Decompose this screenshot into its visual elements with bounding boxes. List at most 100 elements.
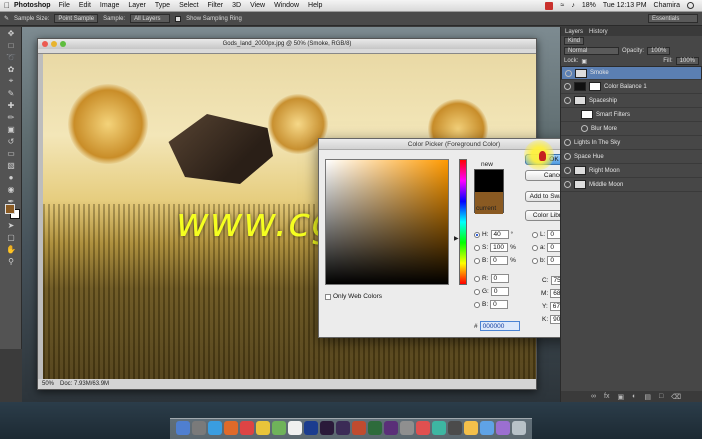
notes-icon[interactable] [256,421,270,435]
sample-size-select[interactable]: Point Sample [54,14,99,23]
sample-select[interactable]: All Layers [130,14,171,23]
battery-label[interactable]: 18% [582,2,596,9]
safari-icon[interactable] [208,421,222,435]
g-radio[interactable] [474,288,480,295]
a-radio[interactable] [532,244,538,251]
hue-slider-handle[interactable]: ▶ [454,235,459,242]
menu-file[interactable]: File [59,2,70,9]
dreamweaver-icon[interactable] [368,421,382,435]
mask-icon[interactable]: ▣ [617,393,624,401]
mail-icon[interactable] [464,421,478,435]
layer-row-smoke[interactable]: Smoke [561,66,702,80]
premiere-icon[interactable] [320,421,334,435]
eyedropper-icon[interactable]: ✎ [4,15,9,22]
visibility-eye-icon[interactable] [565,69,572,77]
hand-tool-icon[interactable]: ✋ [0,243,22,255]
stamp-tool-icon[interactable]: ▣ [0,123,22,135]
menu-view[interactable]: View [250,2,265,9]
fx-icon[interactable]: fx [604,393,609,400]
brush-tool-icon[interactable]: ✏ [0,111,22,123]
zoom-level[interactable]: 50% [42,381,54,387]
trash-bin-icon[interactable] [512,421,526,435]
messages-icon[interactable] [272,421,286,435]
minimize-icon[interactable] [51,41,57,47]
eyedropper-tool-icon[interactable]: ✎ [0,87,22,99]
clock-label[interactable]: Tue 12:13 PM [603,2,647,9]
blend-mode-select[interactable]: Normal [564,47,619,55]
b-input[interactable]: 0 [490,256,509,265]
finder-icon[interactable] [176,421,190,435]
web-colors-checkbox[interactable] [325,293,331,300]
dodge-tool-icon[interactable]: ◉ [0,183,22,195]
foreground-swatch[interactable] [5,204,15,214]
wifi-icon[interactable]: ≈ [560,2,564,9]
g-input[interactable]: 0 [490,287,509,296]
app-store-icon[interactable] [432,421,446,435]
new-layer-icon[interactable]: □ [659,393,663,400]
system-prefs-icon[interactable] [400,421,414,435]
visibility-eye-icon[interactable] [564,181,571,188]
blue-radio[interactable] [474,301,480,308]
s-radio[interactable] [474,244,480,251]
path-select-tool-icon[interactable]: ➤ [0,219,22,231]
calendar-icon[interactable] [288,421,302,435]
healing-tool-icon[interactable]: ✚ [0,99,22,111]
quick-select-tool-icon[interactable]: ✿ [0,63,22,75]
itunes-icon[interactable] [416,421,430,435]
after-effects-icon[interactable] [336,421,350,435]
spotlight-icon[interactable] [687,2,694,9]
menu-filter[interactable]: Filter [208,2,224,9]
visibility-eye-icon[interactable] [564,97,571,104]
s-input[interactable]: 100 [490,243,509,252]
layer-row-smart-filters[interactable]: Smart Filters [561,108,702,122]
user-label[interactable]: Chamira [654,2,680,9]
trash-icon[interactable]: ⌫ [671,393,681,401]
visibility-eye-icon[interactable] [564,167,571,174]
menu-3d[interactable]: 3D [232,2,241,9]
hue-slider[interactable] [459,159,467,285]
gradient-tool-icon[interactable]: ▧ [0,159,22,171]
lasso-tool-icon[interactable]: ➰ [0,51,22,63]
color-field[interactable] [325,159,449,285]
photoshop-icon[interactable] [304,421,318,435]
link-icon[interactable]: ∞ [591,393,596,400]
visibility-eye-icon[interactable] [564,153,571,160]
volume-icon[interactable]: ♪ [571,2,575,9]
group-icon[interactable]: ▤ [644,393,651,401]
app-name[interactable]: Photoshop [14,2,51,9]
zoom-icon[interactable] [60,41,66,47]
opacity-input[interactable]: 100% [647,47,671,55]
document-titlebar[interactable]: Gods_land_2000px.jpg @ 50% (Smoke, RGB/8… [38,39,536,49]
layer-row-space-hue[interactable]: Space Hue [561,150,702,164]
downloads-icon[interactable] [496,421,510,435]
adjustment-layer-icon[interactable]: ◐ [632,393,636,400]
menu-layer[interactable]: Layer [128,2,146,9]
blue-input[interactable]: 0 [490,300,509,309]
workspace-select[interactable]: Essentials [648,14,698,23]
menu-edit[interactable]: Edit [79,2,91,9]
l-radio[interactable] [532,231,538,238]
menu-window[interactable]: Window [274,2,299,9]
hex-input[interactable]: 000000 [479,321,520,331]
history-brush-tool-icon[interactable]: ↺ [0,135,22,147]
layer-row-right-moon[interactable]: Right Moon [561,164,702,178]
layer-row-color-balance[interactable]: Color Balance 1 [561,80,702,94]
sampling-ring-checkbox[interactable] [175,15,182,22]
zoom-tool-icon[interactable]: ⚲ [0,255,22,267]
marquee-tool-icon[interactable]: □ [0,39,22,51]
kind-filter-select[interactable]: Kind [564,37,585,45]
apple-icon[interactable]:  [0,1,14,10]
tab-layers[interactable]: Layers [565,29,583,35]
visibility-eye-icon[interactable] [581,125,588,132]
b-radio[interactable] [474,257,480,264]
visibility-eye-icon[interactable] [564,83,571,90]
menu-help[interactable]: Help [308,2,322,9]
fill-input[interactable]: 100% [675,57,699,65]
menu-select[interactable]: Select [179,2,198,9]
layer-row-middle-moon[interactable]: Middle Moon [561,178,702,192]
launchpad-icon[interactable] [192,421,206,435]
r-input[interactable]: 0 [490,274,509,283]
move-tool-icon[interactable]: ✥ [0,27,22,39]
visibility-eye-icon[interactable] [564,139,571,146]
crop-tool-icon[interactable]: ⌖ [0,75,22,87]
